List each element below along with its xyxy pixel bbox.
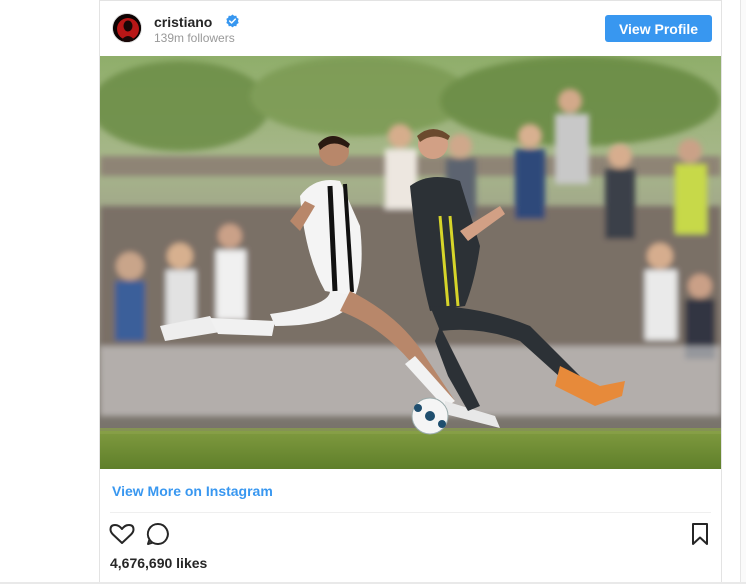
view-profile-button[interactable]: View Profile [605,15,712,42]
avatar[interactable] [112,13,142,43]
likes-count: 4,676,690 likes [110,555,208,571]
post-header: cristiano 139m followers View Profile [100,1,721,56]
post-photo[interactable] [100,56,721,469]
heart-icon[interactable] [109,521,135,547]
bookmark-icon[interactable] [687,521,713,547]
divider [110,512,711,513]
instagram-embed-card: cristiano 139m followers View Profile Vi… [99,0,722,584]
follower-count: 139m followers [154,31,235,45]
username[interactable]: cristiano [154,14,212,30]
comment-icon[interactable] [145,521,171,547]
verified-badge-icon [225,14,240,29]
view-more-link[interactable]: View More on Instagram [112,483,273,499]
scrollbar-track[interactable] [740,0,746,584]
